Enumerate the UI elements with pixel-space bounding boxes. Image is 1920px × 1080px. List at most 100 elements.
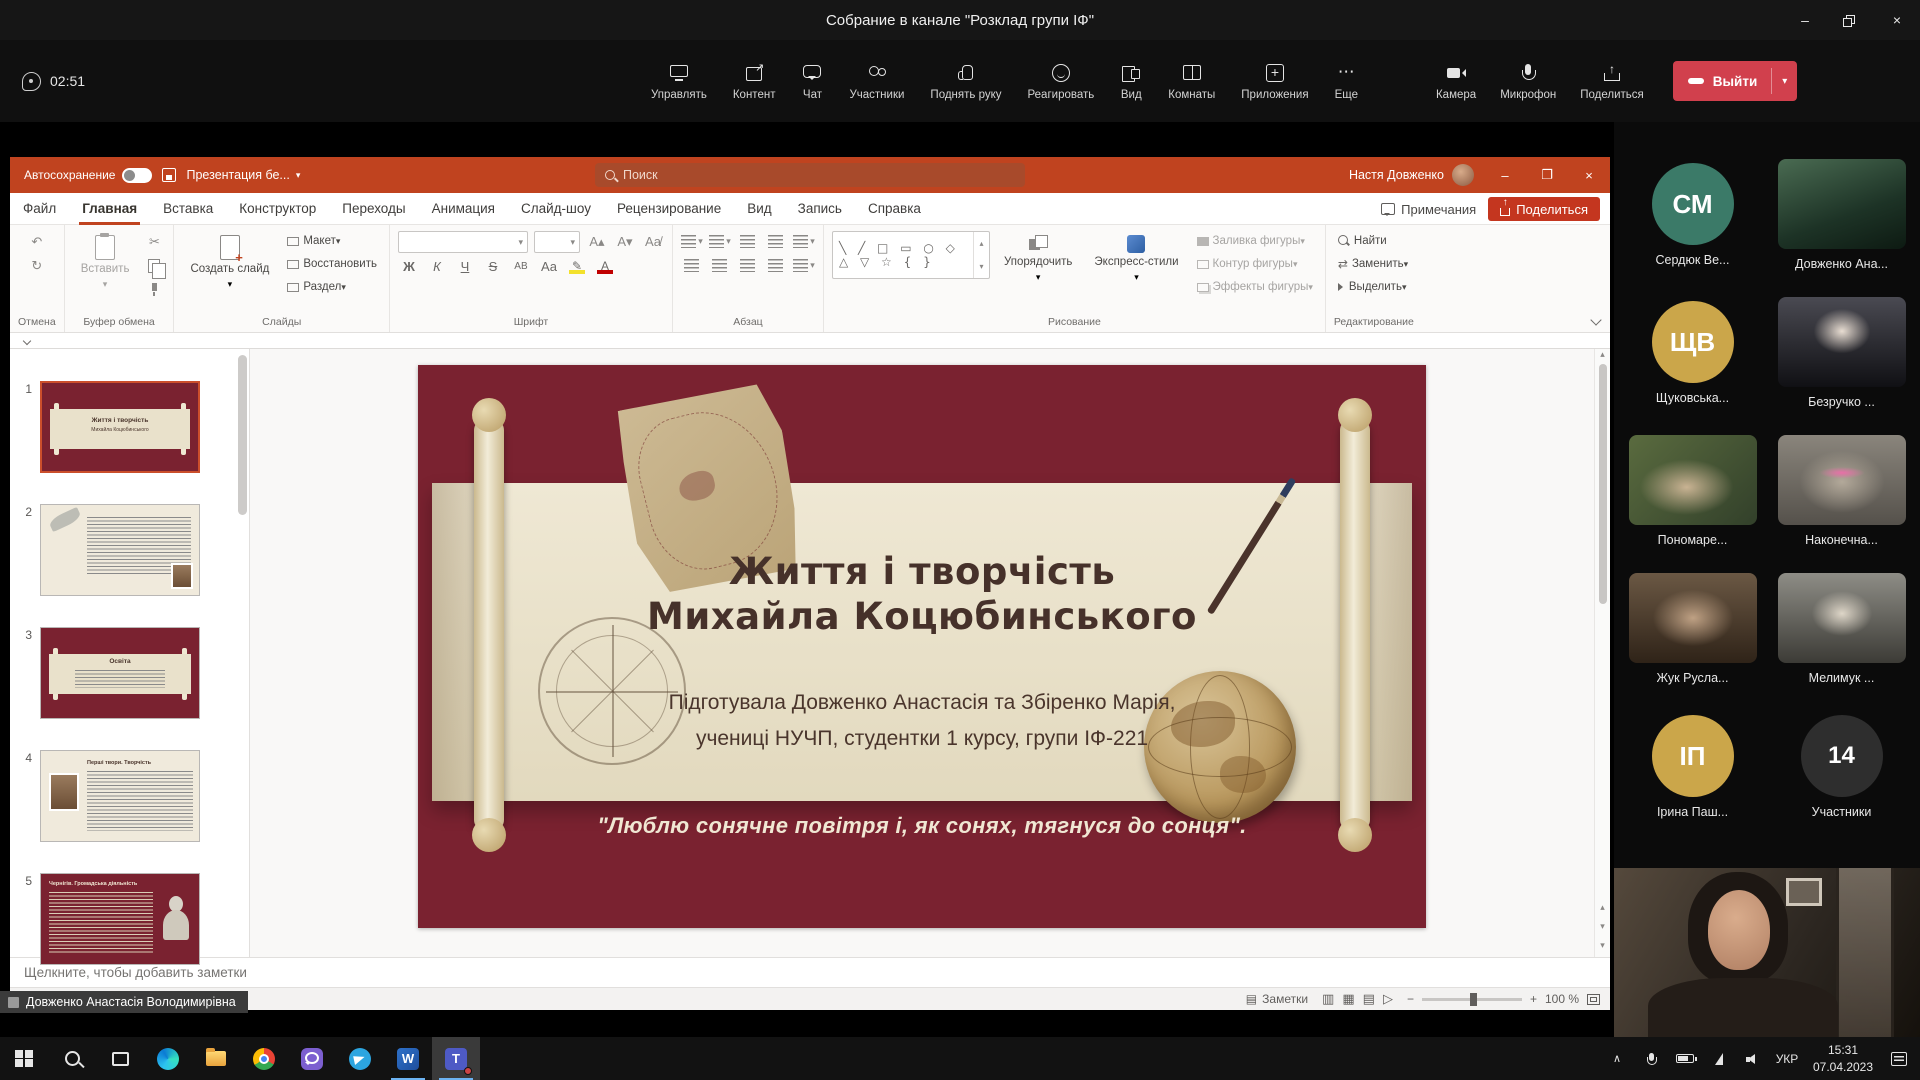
change-case-button[interactable]: Аа bbox=[538, 256, 560, 277]
underline-button[interactable]: Ч bbox=[454, 256, 476, 277]
replace-button[interactable]: ⇄Заменить▾ bbox=[1334, 254, 1414, 274]
arrange-button[interactable]: Упорядочить ▾ bbox=[996, 231, 1080, 297]
quick-styles-button[interactable]: Экспресс-стили ▾ bbox=[1086, 231, 1186, 297]
ppt-menu-tab[interactable]: Справка bbox=[855, 193, 934, 225]
participant-tile[interactable]: Мелимук ... bbox=[1771, 560, 1912, 698]
save-icon[interactable] bbox=[162, 168, 176, 182]
increase-font-button[interactable]: А▴ bbox=[586, 231, 608, 252]
rooms-button[interactable]: Комнаты bbox=[1159, 56, 1224, 107]
slide-thumbnail-3[interactable]: Освіта bbox=[40, 627, 200, 719]
taskbar-search-button[interactable] bbox=[48, 1037, 96, 1080]
clear-format-button[interactable]: Аа̸ bbox=[642, 231, 664, 252]
slide-thumbnail-5[interactable]: Чернігів. Громадська діяльність bbox=[40, 873, 200, 965]
participant-tile[interactable]: Довженко Ана... bbox=[1771, 146, 1912, 284]
ppt-search-box[interactable]: Поиск bbox=[595, 163, 1025, 187]
new-slide-button[interactable]: Создать слайд ▾ bbox=[182, 231, 277, 297]
ppt-menu-tab[interactable]: Вид bbox=[734, 193, 784, 225]
ppt-menu-tab[interactable]: Переходы bbox=[329, 193, 418, 225]
ppt-menu-tab[interactable]: Вставка bbox=[150, 193, 226, 225]
italic-button[interactable]: К bbox=[426, 256, 448, 277]
redo-button[interactable]: ↻ bbox=[18, 255, 56, 276]
ppt-share-button[interactable]: Поделиться bbox=[1488, 197, 1600, 221]
bold-button[interactable]: Ж bbox=[398, 256, 420, 277]
tray-mic-icon[interactable] bbox=[1636, 1037, 1666, 1080]
ppt-menu-tab[interactable]: Запись bbox=[785, 193, 855, 225]
telegram-button[interactable] bbox=[336, 1037, 384, 1080]
section-button[interactable]: Раздел▾ bbox=[283, 277, 381, 297]
view-button[interactable]: Вид bbox=[1111, 56, 1151, 107]
justify-button[interactable] bbox=[765, 255, 787, 276]
columns-button[interactable]: ▾ bbox=[793, 255, 815, 276]
ppt-menu-tab[interactable]: Файл bbox=[10, 193, 69, 225]
align-center-button[interactable] bbox=[709, 255, 731, 276]
zoom-in-button[interactable]: + bbox=[1530, 992, 1537, 1006]
collapse-ribbon-chevron-icon[interactable] bbox=[1590, 314, 1601, 325]
strip-chevron-icon[interactable] bbox=[23, 336, 31, 344]
font-name-combo[interactable]: ▾ bbox=[398, 231, 528, 253]
strikethrough-button[interactable]: S bbox=[482, 256, 504, 277]
notes-pane[interactable]: Щелкните, чтобы добавить заметки bbox=[10, 957, 1610, 987]
camera-button[interactable]: Камера bbox=[1427, 56, 1485, 107]
chrome-button[interactable] bbox=[240, 1037, 288, 1080]
numbering-button[interactable]: ▾ bbox=[709, 231, 731, 252]
task-view-button[interactable] bbox=[96, 1037, 144, 1080]
previous-slide-button[interactable]: ▴ bbox=[1600, 902, 1605, 913]
cut-button[interactable]: ✂ bbox=[143, 231, 165, 252]
line-spacing-button[interactable]: ▾ bbox=[793, 231, 815, 252]
canvas-scrollbar[interactable]: ▴ ▴ ▾ ▾ bbox=[1594, 349, 1610, 957]
content-button[interactable]: Контент bbox=[724, 56, 785, 107]
scroll-up-icon[interactable]: ▴ bbox=[1600, 349, 1605, 360]
battery-icon[interactable] bbox=[1670, 1037, 1700, 1080]
share-button[interactable]: Поделиться bbox=[1571, 56, 1653, 107]
highlight-color-button[interactable]: ✎ bbox=[566, 256, 588, 276]
ppt-close-button[interactable]: × bbox=[1568, 157, 1610, 193]
volume-icon[interactable] bbox=[1738, 1037, 1768, 1080]
participant-tile[interactable]: СМ Сердюк Ве... bbox=[1622, 146, 1763, 284]
ppt-menu-tab[interactable]: Слайд-шоу bbox=[508, 193, 604, 225]
reading-view-button[interactable]: ▤ bbox=[1363, 991, 1375, 1007]
action-center-button[interactable] bbox=[1884, 1037, 1914, 1080]
leave-options-chevron-icon[interactable]: ▾ bbox=[1772, 76, 1797, 87]
ppt-minimize-button[interactable]: – bbox=[1484, 157, 1526, 193]
manage-button[interactable]: Управлять bbox=[642, 56, 716, 107]
reset-button[interactable]: Восстановить bbox=[283, 254, 381, 274]
ppt-menu-tab[interactable]: Конструктор bbox=[226, 193, 329, 225]
slideshow-button[interactable]: ▷ bbox=[1383, 991, 1393, 1007]
ppt-menu-tab[interactable]: Рецензирование bbox=[604, 193, 734, 225]
slide-thumbnail-4[interactable]: Перші твори. Творчість bbox=[40, 750, 200, 842]
thumbnail-scrollbar[interactable] bbox=[238, 355, 247, 515]
react-button[interactable]: Реагировать bbox=[1019, 56, 1104, 107]
align-left-button[interactable] bbox=[681, 255, 703, 276]
zoom-slider[interactable] bbox=[1422, 998, 1522, 1001]
clock[interactable]: 15:31 07.04.2023 bbox=[1806, 1042, 1880, 1074]
align-right-button[interactable] bbox=[737, 255, 759, 276]
zoom-slider-thumb[interactable] bbox=[1470, 993, 1477, 1006]
layout-button[interactable]: Макет▾ bbox=[283, 231, 381, 251]
shape-outline-button[interactable]: Контур фигуры▾ bbox=[1193, 254, 1317, 274]
font-size-combo[interactable]: ▾ bbox=[534, 231, 580, 253]
format-painter-button[interactable] bbox=[143, 279, 165, 300]
ppt-menu-tab[interactable]: Главная bbox=[69, 193, 150, 225]
participant-tile[interactable]: 14 Участники bbox=[1771, 698, 1912, 836]
edge-button[interactable] bbox=[144, 1037, 192, 1080]
find-button[interactable]: Найти bbox=[1334, 231, 1414, 251]
slide-thumbnail-2[interactable] bbox=[40, 504, 200, 596]
undo-button[interactable]: ↶ bbox=[18, 231, 56, 252]
notes-toggle-button[interactable]: ▤Заметки bbox=[1246, 992, 1308, 1006]
slide-thumbnail-1[interactable]: Життя і творчість Михайла Коцюбинського bbox=[40, 381, 200, 473]
participant-tile[interactable]: Жук Русла... bbox=[1622, 560, 1763, 698]
self-video-tile[interactable] bbox=[1614, 868, 1920, 1037]
decrease-font-button[interactable]: А▾ bbox=[614, 231, 636, 252]
ppt-menu-tab[interactable]: Анимация bbox=[419, 193, 508, 225]
fit-to-window-button[interactable] bbox=[1587, 994, 1600, 1005]
account-name[interactable]: Настя Довженко bbox=[1349, 168, 1444, 182]
apps-button[interactable]: Приложения bbox=[1232, 56, 1317, 107]
select-button[interactable]: Выделить▾ bbox=[1334, 277, 1414, 297]
leave-button[interactable]: Выйти ▾ bbox=[1673, 61, 1798, 101]
zoom-out-button[interactable]: − bbox=[1407, 992, 1414, 1006]
file-explorer-button[interactable] bbox=[192, 1037, 240, 1080]
participant-tile[interactable]: ЩВ Щуковська... bbox=[1622, 284, 1763, 422]
minimize-button[interactable]: – bbox=[1782, 0, 1828, 40]
shapes-gallery-scroll[interactable]: ▴▾ bbox=[973, 232, 989, 278]
network-icon[interactable] bbox=[1704, 1037, 1734, 1080]
